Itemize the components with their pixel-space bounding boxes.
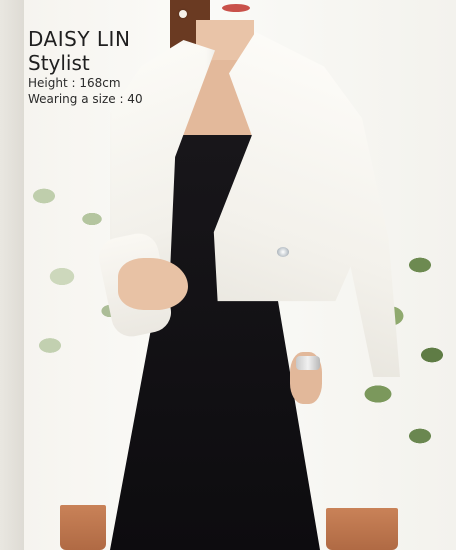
model-lips [222,4,250,12]
model-name: DAISY LIN [28,27,131,51]
model-size: Wearing a size : 40 [28,92,143,106]
pearl-earring [179,10,187,18]
wristwatch [296,356,320,370]
model-height: Height : 168cm [28,76,121,90]
model-caption: DAISY LIN Stylist Height : 168cm Wearing… [28,28,143,107]
model-role: Stylist [28,51,90,75]
jacket-button [277,247,289,257]
product-model-image: DAISY LIN Stylist Height : 168cm Wearing… [0,0,456,550]
